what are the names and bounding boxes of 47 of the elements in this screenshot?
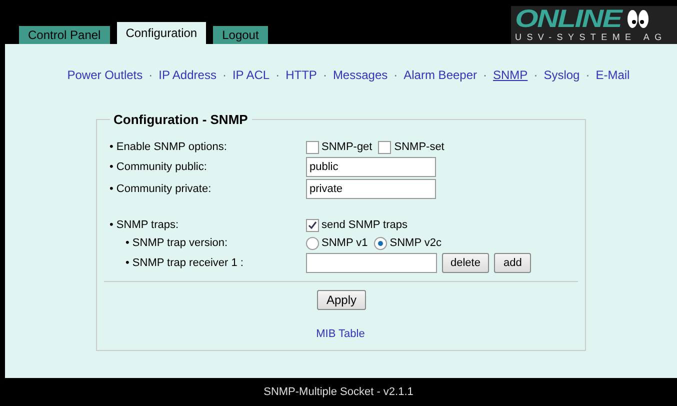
action-button[interactable]: add	[494, 253, 531, 273]
separator: ·	[322, 68, 327, 82]
text-input[interactable]	[306, 253, 436, 273]
radio-button[interactable]	[306, 236, 318, 250]
separator: ·	[148, 68, 153, 82]
checkbox[interactable]	[306, 218, 318, 232]
text-input[interactable]: private	[306, 179, 436, 199]
separator: ·	[483, 68, 488, 82]
separator: ·	[394, 68, 398, 82]
nav-link[interactable]: IP Address	[158, 68, 216, 82]
checkbox[interactable]	[306, 140, 318, 154]
nav-link[interactable]: IP ACL	[232, 68, 270, 82]
radio-button[interactable]	[374, 236, 387, 250]
checkbox-label: send SNMP traps	[322, 219, 408, 231]
eyes-icon	[627, 9, 650, 29]
checkbox-label: SNMP-set	[394, 141, 444, 153]
nav-link[interactable]: Power Outlets	[67, 68, 143, 82]
nav-link[interactable]: SNMP	[493, 68, 528, 82]
company-logo: ONLINE USV-SYSTEME AG	[511, 6, 677, 45]
field-label: • Community private:	[110, 183, 212, 195]
nav-link[interactable]: HTTP	[286, 68, 317, 82]
field-label: • Community public:	[110, 161, 208, 173]
action-button[interactable]: delete	[442, 253, 490, 273]
radio-label: SNMP v1	[322, 237, 368, 249]
apply-button[interactable]: Apply	[317, 290, 366, 310]
radio-label: SNMP v2c	[390, 237, 442, 249]
mib-table-link[interactable]: MIB Table	[316, 328, 365, 340]
nav-tab[interactable]: Configuration	[116, 22, 206, 44]
separator: ·	[276, 68, 280, 82]
footer-text: SNMP-Multiple Socket - v2.1.1	[262, 385, 414, 400]
nav-link[interactable]: E-Mail	[596, 68, 630, 82]
field-label: • SNMP traps:	[110, 219, 180, 231]
text-input[interactable]: public	[306, 157, 436, 177]
separator: ·	[586, 68, 590, 82]
field-label: • Enable SNMP options:	[110, 141, 228, 153]
field-label: • SNMP trap version:	[124, 237, 229, 249]
nav-link[interactable]: Syslog	[544, 68, 580, 82]
nav-tab[interactable]: Logout	[213, 26, 268, 44]
panel-title: Configuration - SNMP	[112, 112, 249, 127]
nav-link[interactable]: Alarm Beeper	[404, 68, 478, 82]
nav-tab[interactable]: Control Panel	[19, 26, 110, 44]
separator: ·	[222, 68, 226, 82]
checkbox-label: SNMP-get	[322, 141, 372, 153]
checkbox[interactable]	[378, 140, 392, 154]
separator: ·	[534, 68, 538, 82]
field-label: • SNMP trap receiver 1 :	[124, 257, 244, 269]
nav-link[interactable]: Messages	[332, 68, 388, 82]
